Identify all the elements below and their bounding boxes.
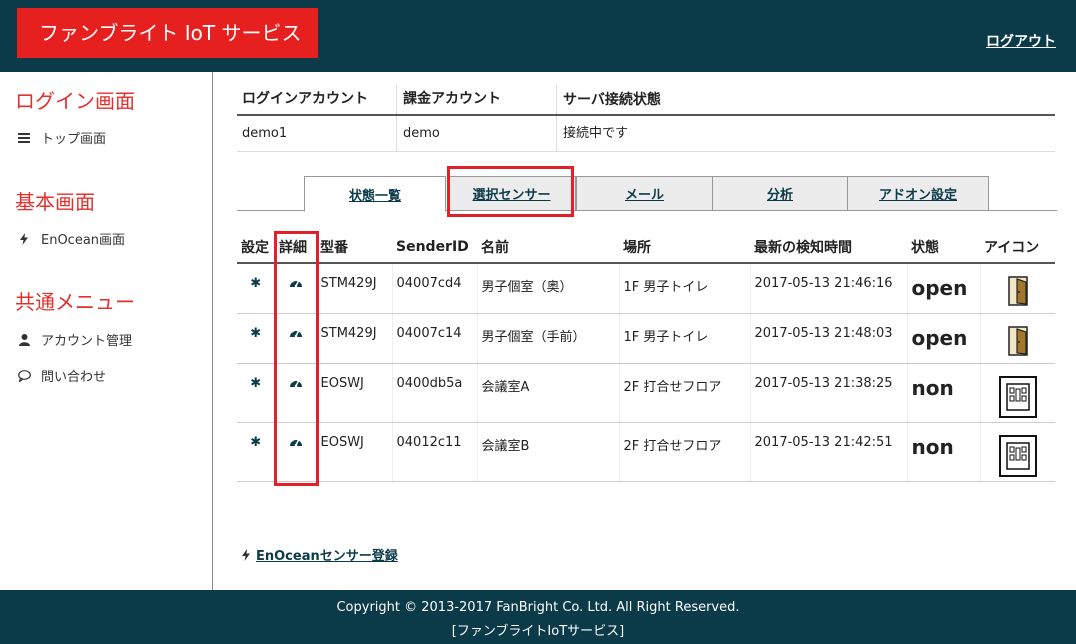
col-header-name: 名前	[477, 232, 619, 264]
col-header-last-detected: 最新の検知時間	[750, 232, 907, 264]
gear-icon[interactable]: ✱	[250, 276, 261, 291]
time-cell: 2017-05-13 21:48:03	[749, 313, 907, 364]
table-row: ✱ EOSWJ 04012c11 会議室B 2F 打合せフロア 2017-05-…	[237, 422, 1055, 482]
table-row: ✱ STM429J 04007c14 男子個室（手前） 1F 男子トイレ 201…	[237, 313, 1055, 364]
dashboard-icon[interactable]	[289, 376, 303, 388]
room-empty-icon	[998, 375, 1037, 418]
table-row: ✱ EOSWJ 0400db5a 会議室A 2F 打合せフロア 2017-05-…	[237, 363, 1055, 423]
account-server-value: 接続中です	[563, 125, 629, 141]
lightning-icon	[17, 232, 31, 245]
dashboard-icon[interactable]	[289, 435, 303, 447]
room-empty-icon	[998, 434, 1037, 477]
col-header-state: 状態	[907, 232, 980, 264]
place-cell: 1F 男子トイレ	[618, 263, 750, 314]
dashboard-icon[interactable]	[289, 326, 303, 338]
state-cell: non	[906, 363, 980, 423]
enocean-register-link[interactable]: EnOceanセンサー登録	[242, 545, 398, 564]
tab-selected-sensor[interactable]: 選択センサー	[447, 176, 576, 211]
account-header-server: サーバ接続状態	[563, 92, 661, 108]
icon-cell	[979, 363, 1055, 423]
sender-id-cell: 0400db5a	[391, 363, 477, 423]
time-cell: 2017-05-13 21:38:25	[749, 363, 907, 423]
bars-icon	[17, 132, 31, 143]
account-billing-value: demo	[397, 115, 557, 152]
detail-cell[interactable]	[274, 313, 316, 364]
tab-analysis[interactable]: 分析	[712, 176, 848, 211]
sensor-status-table: 設定 詳細 型番 SenderID 名前 場所 最新の検知時間 状態 アイコン …	[237, 232, 1055, 482]
footer-service-name: [ファンブライトIoTサービス]	[451, 624, 625, 639]
settings-cell[interactable]: ✱	[237, 313, 275, 364]
sidebar-item-label: アカウント管理	[41, 334, 133, 349]
account-header-login: ログインアカウント	[237, 84, 397, 114]
state-cell: open	[906, 263, 980, 314]
state-cell: non	[906, 422, 980, 482]
tab-addon-settings[interactable]: アドオン設定	[847, 176, 989, 211]
sidebar-section-common: 共通メニュー	[15, 290, 135, 314]
sidebar-item-label: トップ画面	[41, 132, 107, 147]
table-row: ✱ STM429J 04007cd4 男子個室（奥） 1F 男子トイレ 2017…	[237, 263, 1055, 314]
sender-id-cell: 04012c11	[391, 422, 477, 482]
sidebar-section-basic: 基本画面	[15, 190, 95, 214]
col-header-icon: アイコン	[980, 232, 1055, 264]
place-cell: 1F 男子トイレ	[618, 313, 750, 364]
col-header-sender-id: SenderID	[392, 232, 477, 264]
lightning-icon	[242, 548, 250, 561]
icon-cell	[979, 422, 1055, 482]
sidebar-section-login: ログイン画面	[15, 89, 135, 113]
sidebar: ログイン画面 トップ画面 基本画面 EnOcean画面 共通メニュー アカウント…	[0, 72, 213, 590]
model-cell: EOSWJ	[315, 422, 392, 482]
model-cell: STM429J	[315, 313, 392, 364]
col-header-model: 型番	[316, 232, 392, 264]
sidebar-item-label: 問い合わせ	[41, 370, 107, 385]
chat-icon	[17, 369, 31, 382]
place-cell: 2F 打合せフロア	[618, 422, 750, 482]
gear-icon[interactable]: ✱	[250, 376, 261, 391]
model-cell: STM429J	[315, 263, 392, 314]
col-header-place: 場所	[619, 232, 750, 264]
brand-logo[interactable]: ファンブライト IoT サービス	[17, 8, 318, 58]
settings-cell[interactable]: ✱	[237, 363, 275, 423]
door-open-icon	[1008, 276, 1028, 306]
detail-cell[interactable]	[274, 263, 316, 314]
model-cell: EOSWJ	[315, 363, 392, 423]
sidebar-item-top[interactable]: トップ画面	[17, 128, 106, 147]
settings-cell[interactable]: ✱	[237, 422, 275, 482]
sidebar-item-account[interactable]: アカウント管理	[17, 330, 132, 349]
tab-mail[interactable]: メール	[576, 176, 713, 211]
user-icon	[17, 333, 31, 346]
time-cell: 2017-05-13 21:42:51	[749, 422, 907, 482]
gear-icon[interactable]: ✱	[250, 435, 261, 450]
icon-cell	[979, 313, 1055, 364]
door-open-icon	[1008, 325, 1028, 356]
dashboard-icon[interactable]	[289, 276, 303, 288]
detail-cell[interactable]	[274, 363, 316, 423]
settings-cell[interactable]: ✱	[237, 263, 275, 314]
top-header: ファンブライト IoT サービス ログアウト	[0, 0, 1076, 72]
tab-status-list[interactable]: 状態一覧	[304, 176, 446, 212]
account-header-billing: 課金アカウント	[397, 84, 557, 114]
enocean-register-label: EnOceanセンサー登録	[256, 549, 398, 564]
place-cell: 2F 打合せフロア	[618, 363, 750, 423]
name-cell: 男子個室（奥）	[476, 263, 619, 314]
icon-cell	[979, 263, 1055, 314]
state-cell: open	[906, 313, 980, 364]
detail-cell[interactable]	[274, 422, 316, 482]
col-header-settings: 設定	[237, 232, 275, 264]
gear-icon[interactable]: ✱	[250, 326, 261, 341]
account-info-table: ログインアカウント 課金アカウント サーバ接続状態 demo1 demo 接続中…	[237, 84, 1055, 152]
sidebar-item-label: EnOcean画面	[41, 233, 126, 248]
time-cell: 2017-05-13 21:46:16	[749, 263, 907, 314]
footer: Copyright © 2013-2017 FanBright Co. Ltd.…	[0, 590, 1076, 644]
name-cell: 会議室A	[476, 363, 619, 423]
sender-id-cell: 04007c14	[391, 313, 477, 364]
account-login-value: demo1	[237, 115, 397, 152]
name-cell: 男子個室（手前）	[476, 313, 619, 364]
sender-id-cell: 04007cd4	[391, 263, 477, 314]
logout-link[interactable]: ログアウト	[986, 31, 1056, 51]
footer-copyright: Copyright © 2013-2017 FanBright Co. Ltd.…	[336, 600, 740, 615]
col-header-detail: 詳細	[275, 232, 316, 264]
name-cell: 会議室B	[476, 422, 619, 482]
sidebar-item-contact[interactable]: 問い合わせ	[17, 366, 106, 385]
sidebar-item-enocean[interactable]: EnOcean画面	[17, 229, 125, 248]
